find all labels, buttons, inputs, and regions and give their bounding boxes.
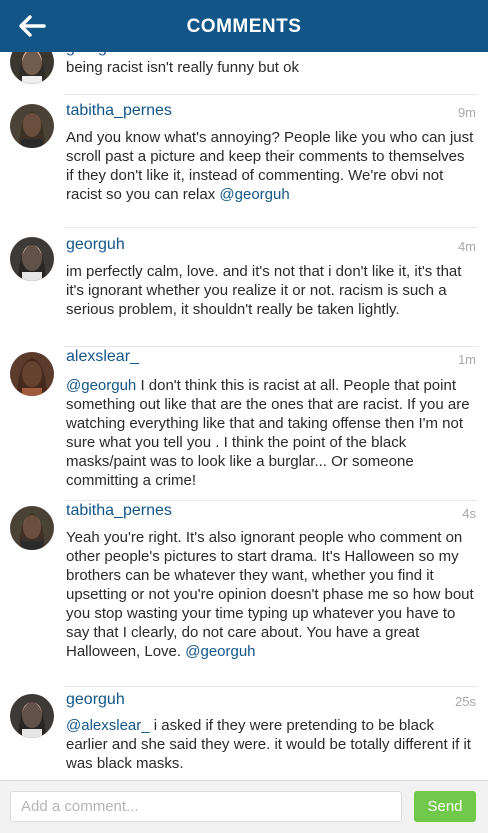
comment-text-segment: being racist isn't really funny but ok: [66, 59, 299, 76]
comment-text: @georguh I don't think this is racist at…: [66, 376, 476, 490]
comment-item: tabitha_pernes 4s Yeah you're right. It'…: [0, 500, 488, 686]
divider: [64, 500, 478, 501]
comment-composer: Send: [0, 780, 488, 833]
mention-link[interactable]: @georguh: [66, 377, 136, 394]
comment-timestamp: 25s: [455, 694, 476, 709]
comment-item: tabitha_pernes 9m And you know what's an…: [0, 94, 488, 226]
avatar[interactable]: [10, 694, 54, 738]
comment-item: georguh 4m im perfectly calm, love. and …: [0, 227, 488, 345]
comment-username[interactable]: tabitha_pernes: [66, 102, 172, 120]
header-bar: COMMENTS: [0, 0, 488, 52]
avatar[interactable]: [10, 237, 54, 281]
comment-username[interactable]: alexslear_: [66, 348, 139, 366]
comment-timestamp: 1m: [457, 352, 476, 367]
divider: [64, 227, 478, 228]
comment-timestamp: 4m: [457, 239, 476, 254]
comment-timestamp: 9m: [457, 105, 476, 120]
avatar[interactable]: [10, 506, 54, 550]
mention-link[interactable]: @georguh: [185, 643, 255, 660]
comment-text-segment: im perfectly calm, love. and it's not th…: [66, 263, 462, 318]
comment-list[interactable]: georguh being racist isn't really funny …: [0, 52, 488, 780]
comment-input[interactable]: [10, 791, 402, 822]
avatar[interactable]: [10, 104, 54, 148]
comment-username[interactable]: tabitha_pernes: [66, 502, 172, 520]
comment-text-segment: Yeah you're right. It's also ignorant pe…: [66, 529, 474, 660]
comment-text: @alexslear_ i asked if they were pretend…: [66, 716, 476, 773]
avatar[interactable]: [10, 352, 54, 396]
page-title: COMMENTS: [186, 16, 302, 37]
comment-username[interactable]: georguh: [66, 52, 125, 57]
comment-text: Yeah you're right. It's also ignorant pe…: [66, 528, 476, 661]
comment-item: alexslear_ 1m @georguh I don't think thi…: [0, 346, 488, 502]
divider: [64, 94, 478, 95]
comment-username[interactable]: georguh: [66, 236, 125, 254]
avatar[interactable]: [10, 52, 54, 84]
divider: [64, 686, 478, 687]
send-button[interactable]: Send: [414, 791, 476, 822]
comment-text: And you know what's annoying? People lik…: [66, 128, 476, 204]
comment-text: being racist isn't really funny but ok: [66, 58, 476, 77]
comment-item: georguh being racist isn't really funny …: [0, 52, 488, 90]
comment-text: im perfectly calm, love. and it's not th…: [66, 262, 476, 319]
comment-timestamp: 4s: [462, 506, 476, 521]
mention-link[interactable]: @alexslear_: [66, 717, 150, 734]
comment-username[interactable]: georguh: [66, 691, 125, 709]
comment-item: georguh 25s @alexslear_ i asked if they …: [0, 686, 488, 780]
mention-link[interactable]: @georguh: [219, 186, 289, 203]
divider: [64, 346, 478, 347]
